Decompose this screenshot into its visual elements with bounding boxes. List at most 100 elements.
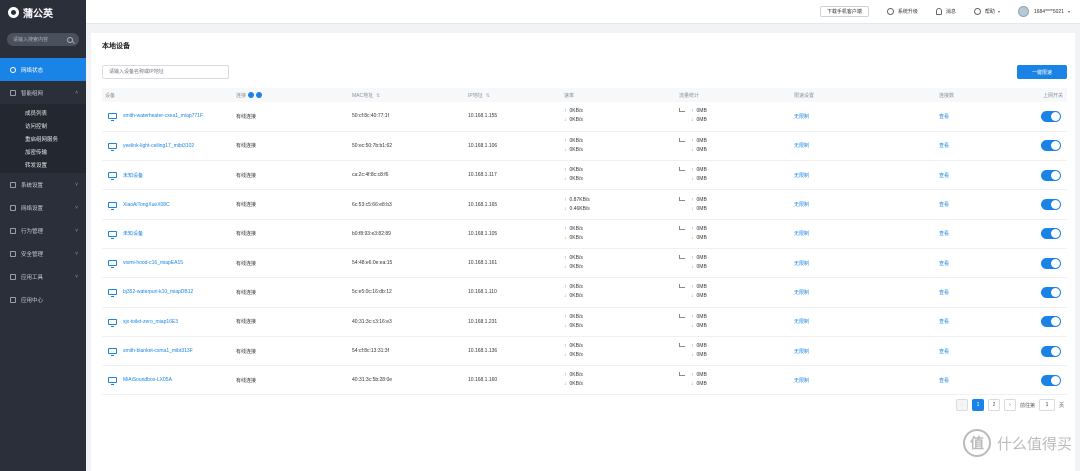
arrow-up-icon: ↑ xyxy=(564,137,567,144)
device-search-input[interactable] xyxy=(102,65,229,79)
device-name-link[interactable]: yeelink-light-ceiling17_mibt3102 xyxy=(123,143,194,149)
sidebar-item-system-settings[interactable]: 系统设置 ˅ xyxy=(0,173,86,196)
sidebar-subitem-restart-service[interactable]: 重启组网服务 xyxy=(0,132,86,145)
sidebar-item-app-center[interactable]: 应用中心 xyxy=(0,288,86,311)
internet-access-toggle[interactable] xyxy=(1041,140,1061,152)
device-name-link[interactable]: smith-waterheater-cxea1_miap771F xyxy=(123,113,203,119)
sidebar-item-tools[interactable]: 应用工具 ˅ xyxy=(0,265,86,288)
prev-page-button[interactable]: ‹ xyxy=(956,399,968,411)
sidebar-item-label: 应用工具 xyxy=(21,274,44,281)
cell-connection: 有线连接 xyxy=(233,131,349,162)
next-page-button[interactable]: › xyxy=(1004,399,1016,411)
page-1-button[interactable]: 1 xyxy=(972,399,984,411)
sidebar-item-behavior[interactable]: 行为管理 ˅ xyxy=(0,219,86,242)
goto-page-input[interactable]: 1 xyxy=(1039,399,1056,411)
device-name-link[interactable]: 未知设备 xyxy=(123,230,143,237)
view-connections-link[interactable]: 查看 xyxy=(939,202,949,208)
internet-access-toggle[interactable] xyxy=(1041,316,1061,328)
help-label: 帮助 xyxy=(984,9,995,15)
speed-limit-link[interactable]: 无限制 xyxy=(794,202,809,208)
sidebar-subitem-members[interactable]: 成员列表 xyxy=(0,106,86,119)
sidebar-subitem-encryption[interactable]: 加密传输 xyxy=(0,145,86,158)
table-row: 未知设备 有线连接 b0:f8:93:e3:82:89 10.168.1.105 ↑ 0K… xyxy=(102,219,1067,249)
chevron-down-icon: ˅ xyxy=(75,273,78,280)
download-traffic: 0MB xyxy=(696,234,707,241)
internet-access-toggle[interactable] xyxy=(1041,228,1061,240)
cell-conn-count: 查看 xyxy=(936,248,1032,279)
device-name-link[interactable]: viomi-hood-c16_miapEA15 xyxy=(123,260,183,266)
sidebar-item-label: 网络设置 xyxy=(21,205,44,212)
speed-limit-link[interactable]: 无限制 xyxy=(794,349,809,355)
sidebar-search[interactable]: 请输入搜索内容 xyxy=(7,33,79,46)
view-connections-link[interactable]: 查看 xyxy=(939,173,949,179)
speed-limit-link[interactable]: 无限制 xyxy=(794,173,809,179)
brand[interactable]: 蒲公英 xyxy=(0,0,86,24)
download-traffic: 0MB xyxy=(696,117,707,124)
speed-limit-button[interactable]: 一键限速 xyxy=(1017,65,1067,79)
filter-icon[interactable] xyxy=(248,92,255,99)
search-icon[interactable] xyxy=(67,36,73,43)
view-connections-link[interactable]: 查看 xyxy=(939,143,949,149)
internet-access-toggle[interactable] xyxy=(1041,286,1061,298)
messages-link[interactable]: 消息 xyxy=(935,8,956,15)
cell-online xyxy=(1032,219,1067,249)
upgrade-icon xyxy=(886,8,894,15)
sidebar-subitem-forwarding[interactable]: 转发设置 xyxy=(0,158,86,171)
page-2-button[interactable]: 2 xyxy=(988,399,1000,411)
device-name-link[interactable]: 未知设备 xyxy=(123,172,143,179)
chart-icon xyxy=(679,196,685,201)
view-connections-link[interactable]: 查看 xyxy=(939,378,949,384)
sidebar-item-network-status[interactable]: 网络状态 xyxy=(0,58,86,81)
device-name-link[interactable]: XiaoAiTongXueX08C xyxy=(123,202,170,208)
cell-online xyxy=(1032,365,1067,396)
cell-online xyxy=(1032,248,1067,279)
device-name-link[interactable]: bj352-waterpuri-k10_miapDB12 xyxy=(123,289,193,295)
view-connections-link[interactable]: 查看 xyxy=(939,261,949,267)
logo-icon xyxy=(8,6,19,18)
speed-limit-link[interactable]: 无限制 xyxy=(794,231,809,237)
monitor-icon xyxy=(108,348,117,357)
upload-rate: 0KB/s xyxy=(569,343,583,350)
arrow-up-icon: ↑ xyxy=(691,167,694,174)
header-ip[interactable]: IP地址 ⇅ xyxy=(465,88,561,102)
speed-limit-link[interactable]: 无限制 xyxy=(794,319,809,325)
internet-access-toggle[interactable] xyxy=(1041,257,1061,269)
user-menu[interactable]: 1684****5021 ▾ xyxy=(1017,6,1070,17)
internet-access-toggle[interactable] xyxy=(1041,110,1061,122)
speed-limit-link[interactable]: 无限制 xyxy=(794,261,809,267)
speed-limit-link[interactable]: 无限制 xyxy=(794,290,809,296)
cell-connection: 有线连接 xyxy=(233,189,349,220)
refresh-icon[interactable] xyxy=(256,92,263,99)
internet-access-toggle[interactable] xyxy=(1041,199,1061,211)
device-name-link[interactable]: xjx-toilet-zero_miap16E3 xyxy=(123,319,178,325)
view-connections-link[interactable]: 查看 xyxy=(939,319,949,325)
internet-access-toggle[interactable] xyxy=(1041,345,1061,357)
help-menu[interactable]: 帮助 ▾ xyxy=(973,8,1000,15)
view-connections-link[interactable]: 查看 xyxy=(939,231,949,237)
download-client-button[interactable]: 下载手机客户端 xyxy=(819,6,869,17)
cell-traffic: ↑ 0MB ↓ 0MB xyxy=(676,219,791,249)
sidebar-item-network-settings[interactable]: 网络设置 ˅ xyxy=(0,196,86,219)
speed-limit-link[interactable]: 无限制 xyxy=(794,114,809,120)
sort-icon[interactable]: ⇅ xyxy=(376,93,380,99)
internet-access-toggle[interactable] xyxy=(1041,374,1061,386)
sidebar-subitem-access-control[interactable]: 访问控制 xyxy=(0,119,86,132)
device-table: 设备 连接 MAC地址 ⇅ IP地址 ⇅ 速率 流量统计 限速设置 连接数 上网开关… xyxy=(102,88,1067,396)
chart-icon xyxy=(679,108,685,113)
header-mac[interactable]: MAC地址 ⇅ xyxy=(349,88,465,102)
internet-access-toggle[interactable] xyxy=(1041,169,1061,181)
sidebar-item-security[interactable]: 安全管理 ˅ xyxy=(0,242,86,265)
speed-limit-link[interactable]: 无限制 xyxy=(794,378,809,384)
device-name-link[interactable]: MiAiSoundbox-LX05A xyxy=(123,377,172,383)
system-upgrade-link[interactable]: 系统升级 xyxy=(886,8,918,15)
cell-mac: 40:31:3c:5b:28:0e xyxy=(349,365,465,396)
speed-limit-link[interactable]: 无限制 xyxy=(794,143,809,149)
sidebar-item-smart-networking[interactable]: 智能组网 ˄ xyxy=(0,81,86,104)
sort-icon[interactable]: ⇅ xyxy=(486,93,490,99)
device-name-link[interactable]: smith-blanket-cxma1_mibt313F xyxy=(123,348,193,354)
view-connections-link[interactable]: 查看 xyxy=(939,114,949,120)
cell-rate: ↑ 0KB/s ↓ 0KB/s xyxy=(561,219,676,249)
watermark-logo: 值 xyxy=(962,429,991,457)
view-connections-link[interactable]: 查看 xyxy=(939,349,949,355)
view-connections-link[interactable]: 查看 xyxy=(939,290,949,296)
